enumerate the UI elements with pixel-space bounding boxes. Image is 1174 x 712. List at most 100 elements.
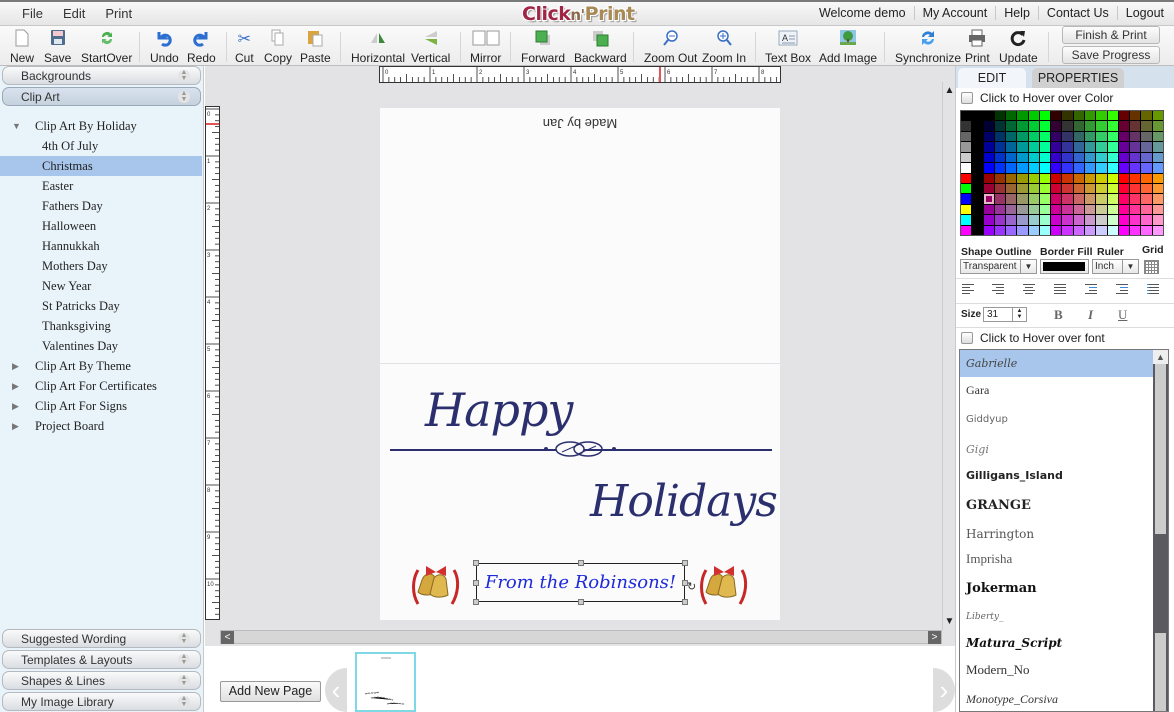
ruler-unit-select[interactable]: Inch ▼	[1092, 259, 1139, 274]
color-swatch[interactable]	[1051, 204, 1062, 215]
color-swatch[interactable]	[1107, 121, 1118, 131]
font-list[interactable]: Gabrielle Gara Giddyup Gigi Gilligans_Is…	[959, 349, 1169, 712]
resize-handle-ne[interactable]	[682, 560, 688, 566]
color-swatch[interactable]	[1130, 111, 1141, 121]
color-swatch[interactable]	[1152, 173, 1163, 183]
color-swatch[interactable]	[1028, 215, 1039, 225]
hover-color-checkbox[interactable]	[961, 92, 973, 104]
color-swatch[interactable]	[1130, 152, 1141, 163]
color-swatch[interactable]	[1051, 215, 1062, 225]
color-swatch[interactable]	[1062, 142, 1073, 152]
color-swatch[interactable]	[961, 142, 972, 152]
color-swatch[interactable]	[972, 142, 983, 152]
color-swatch[interactable]	[972, 215, 983, 225]
color-swatch[interactable]	[1141, 163, 1152, 173]
color-swatch[interactable]	[961, 111, 972, 121]
color-swatch[interactable]	[961, 131, 972, 142]
accordion-backgrounds[interactable]: Backgrounds ▲ ▼	[2, 66, 201, 85]
startover-button[interactable]: StartOver	[81, 29, 132, 65]
color-swatch[interactable]	[1107, 215, 1118, 225]
bullet-list-icon[interactable]	[1147, 284, 1161, 296]
color-swatch[interactable]	[972, 183, 983, 194]
color-swatch[interactable]	[1130, 225, 1141, 235]
color-swatch[interactable]	[972, 131, 983, 142]
color-swatch[interactable]	[1107, 111, 1118, 121]
color-swatch[interactable]	[1141, 131, 1152, 142]
color-swatch[interactable]	[1073, 131, 1085, 142]
color-swatch[interactable]	[1028, 183, 1039, 194]
color-swatch[interactable]	[1051, 173, 1062, 183]
redo-button[interactable]: Redo	[187, 29, 216, 65]
color-swatch[interactable]	[1096, 173, 1107, 183]
color-swatch[interactable]	[1028, 225, 1039, 235]
vertical-scrollbar[interactable]: ▲ ▼	[942, 82, 955, 630]
color-swatch[interactable]	[1006, 152, 1017, 163]
color-swatch[interactable]	[1118, 173, 1130, 183]
color-swatch[interactable]	[1062, 194, 1073, 204]
color-swatch[interactable]	[1062, 163, 1073, 173]
color-swatch[interactable]	[961, 215, 972, 225]
color-swatch[interactable]	[1028, 173, 1039, 183]
color-swatch[interactable]	[1118, 194, 1130, 204]
color-swatch[interactable]	[1107, 173, 1118, 183]
font-item-gabrielle[interactable]: Gabrielle	[960, 350, 1153, 377]
align-right-icon[interactable]	[992, 284, 1006, 296]
font-item-gara[interactable]: Gara	[960, 376, 1153, 404]
color-swatch[interactable]	[961, 163, 972, 173]
cut-button[interactable]: ✂ Cut	[235, 29, 254, 65]
accordion-my-image-library[interactable]: My Image Library ▲ ▼	[2, 692, 201, 711]
color-swatch[interactable]	[1006, 131, 1017, 142]
color-swatch[interactable]	[1073, 173, 1085, 183]
color-swatch[interactable]	[961, 173, 972, 183]
color-swatch[interactable]	[983, 194, 994, 204]
color-swatch[interactable]	[961, 225, 972, 235]
mirror-button[interactable]: Mirror	[470, 29, 501, 65]
color-swatch[interactable]	[983, 111, 994, 121]
resize-handle-se[interactable]	[682, 599, 688, 605]
color-swatch[interactable]	[1017, 173, 1028, 183]
color-swatch[interactable]	[1062, 121, 1073, 131]
color-swatch[interactable]	[1028, 121, 1039, 131]
font-item-imprisha[interactable]: Imprisha	[960, 545, 1153, 573]
resize-handle-s[interactable]	[578, 599, 584, 605]
color-swatch[interactable]	[1062, 173, 1073, 183]
color-swatch[interactable]	[1006, 194, 1017, 204]
color-swatch[interactable]	[1006, 111, 1017, 121]
christmas-bells-left-image[interactable]	[408, 560, 464, 608]
indent-increase-icon[interactable]	[1085, 284, 1099, 296]
color-swatch[interactable]	[1096, 152, 1107, 163]
color-swatch[interactable]	[1085, 183, 1096, 194]
menu-print[interactable]: Print	[105, 6, 132, 21]
color-swatch[interactable]	[1141, 111, 1152, 121]
color-swatch[interactable]	[1085, 225, 1096, 235]
tree-item-new-year[interactable]: New Year	[0, 276, 202, 296]
color-swatch[interactable]	[994, 163, 1006, 173]
color-swatch[interactable]	[1051, 163, 1062, 173]
color-swatch[interactable]	[1152, 204, 1163, 215]
tree-group-clip-art-by-holiday[interactable]: ▼ Clip Art By Holiday	[0, 116, 202, 136]
indent-decrease-icon[interactable]	[1116, 284, 1130, 296]
color-swatch[interactable]	[1028, 194, 1039, 204]
color-swatch[interactable]	[1141, 183, 1152, 194]
font-item-monotype-corsiva[interactable]: Monotype_Corsiva	[960, 685, 1153, 711]
color-palette[interactable]	[960, 110, 1164, 236]
color-swatch[interactable]	[1152, 183, 1163, 194]
back-text-made-by[interactable]: Made by Jan	[380, 116, 780, 131]
scrollbar-thumb[interactable]	[1155, 364, 1166, 534]
color-swatch[interactable]	[1017, 204, 1028, 215]
color-swatch[interactable]	[1006, 173, 1017, 183]
color-swatch[interactable]	[1017, 183, 1028, 194]
resize-handle-nw[interactable]	[473, 560, 479, 566]
color-swatch[interactable]	[1118, 111, 1130, 121]
color-swatch[interactable]	[983, 121, 994, 131]
greeting-holidays-text[interactable]: Holidays	[590, 476, 778, 527]
color-swatch[interactable]	[983, 215, 994, 225]
color-swatch[interactable]	[1096, 163, 1107, 173]
menu-file[interactable]: File	[22, 6, 43, 21]
color-swatch[interactable]	[1096, 142, 1107, 152]
resize-handle-n[interactable]	[578, 560, 584, 566]
color-swatch[interactable]	[1039, 194, 1051, 204]
color-swatch[interactable]	[1152, 225, 1163, 235]
color-swatch[interactable]	[1039, 121, 1051, 131]
color-swatch[interactable]	[994, 142, 1006, 152]
